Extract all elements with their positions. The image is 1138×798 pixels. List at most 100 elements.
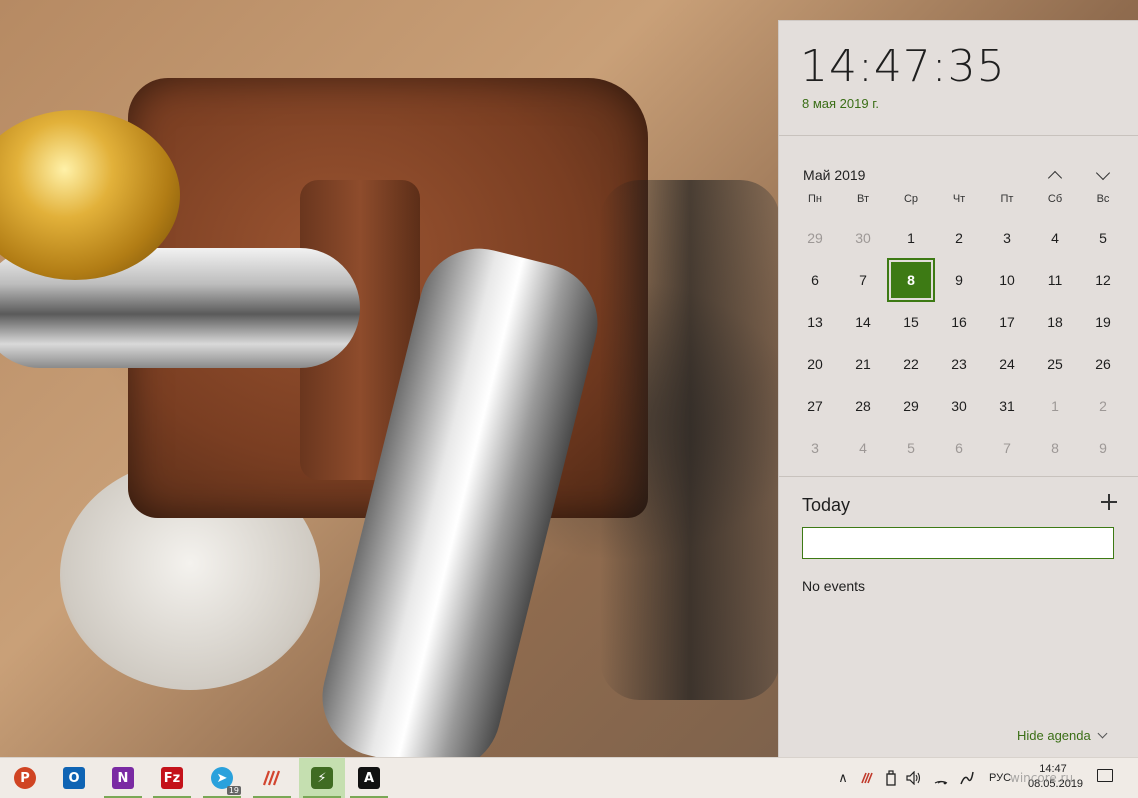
tray-clipboard-icon[interactable] [856, 758, 878, 798]
calendar-day[interactable]: 11 [1031, 259, 1079, 301]
tray-usb-icon[interactable] [880, 758, 902, 798]
taskbar-app-onenote[interactable]: N [100, 758, 146, 798]
calendar-day[interactable]: 14 [839, 301, 887, 343]
agenda-heading: Today [802, 495, 851, 515]
action-center-icon[interactable] [1097, 769, 1113, 782]
weekday-label: Ср [903, 193, 919, 205]
calendar-day[interactable]: 15 [887, 301, 935, 343]
calendar-day[interactable]: 30 [839, 217, 887, 259]
calendar-day[interactable]: 16 [935, 301, 983, 343]
calendar-day[interactable]: 25 [1031, 343, 1079, 385]
clock-section: 14:47:35 8 мая 2019 г. [779, 21, 1138, 136]
wallpaper-shadow [600, 180, 780, 700]
filezilla-icon: Fz [161, 767, 183, 789]
filezilla-glyph: Fz [163, 770, 181, 786]
taskbar: P O N Fz ➤ 19 ⚡ A ∧ РУС 14:47 08.05.2019 [0, 757, 1138, 798]
calendar-day[interactable]: 1 [1031, 385, 1079, 427]
calendar-day[interactable]: 10 [983, 259, 1031, 301]
tray-volume-icon[interactable] [903, 758, 925, 798]
watermark: wincore.ru [1010, 771, 1074, 785]
calendar-day[interactable]: 26 [1079, 343, 1127, 385]
hide-agenda-button[interactable]: Hide agenda [1017, 728, 1108, 743]
calendar-day[interactable]: 8 [1031, 427, 1079, 469]
calendar-section: Май 2019 Пн Вт Ср Чт Пт Сб Вс 29 30 1 2 3 4 5 6 7 8 9 10 1… [779, 136, 1138, 477]
unread-badge: 19 [226, 786, 241, 795]
hide-agenda-label: Hide agenda [1017, 728, 1091, 743]
calendar-day[interactable]: 2 [1079, 385, 1127, 427]
calendar-day[interactable]: 13 [791, 301, 839, 343]
weekday-label: Пт [1000, 193, 1014, 205]
weekday-label: Вт [856, 193, 869, 205]
calendar-day[interactable]: 2 [935, 217, 983, 259]
tray-network-icon[interactable] [929, 758, 953, 798]
calendar-day[interactable]: 4 [1031, 217, 1079, 259]
calendar-day[interactable]: 21 [839, 343, 887, 385]
show-hidden-icons-button[interactable]: ∧ [834, 758, 852, 798]
onenote-icon: N [112, 767, 134, 789]
calendar-day[interactable]: 23 [935, 343, 983, 385]
a-app-glyph: A [363, 770, 375, 786]
taskbar-app-a-app[interactable]: A [346, 758, 392, 798]
full-date-link[interactable]: 8 мая 2019 г. [802, 96, 879, 111]
calendar-day[interactable]: 5 [1079, 217, 1127, 259]
tray-app-icon [861, 772, 873, 784]
a-app-icon: A [358, 767, 380, 789]
next-month-button[interactable] [1089, 163, 1117, 187]
usb-drive-icon [886, 770, 896, 786]
calendar-day[interactable]: 7 [839, 259, 887, 301]
weekday-label: Пн [808, 193, 822, 205]
calendar-day-today[interactable]: 8 [887, 258, 935, 302]
calendar-day[interactable]: 24 [983, 343, 1031, 385]
calendar-day[interactable]: 29 [791, 217, 839, 259]
calendar-day[interactable]: 1 [887, 217, 935, 259]
tray-pen-icon[interactable] [955, 758, 979, 798]
add-event-button[interactable] [1100, 493, 1118, 511]
calendar-day[interactable]: 19 [1079, 301, 1127, 343]
calendar-day[interactable]: 12 [1079, 259, 1127, 301]
calendar-day[interactable]: 7 [983, 427, 1031, 469]
outlook-glyph: O [68, 770, 80, 786]
no-events-text: No events [802, 578, 866, 594]
taskbar-app-outlook[interactable]: O [51, 758, 97, 798]
taskbar-app-powerpoint[interactable]: P [2, 758, 48, 798]
calendar-day[interactable]: 28 [839, 385, 887, 427]
agenda-section: Today No events Hide agenda [779, 477, 1138, 759]
calendar-day[interactable]: 18 [1031, 301, 1079, 343]
taskbar-app-usb-app[interactable]: ⚡ [299, 758, 345, 798]
weekday-label: Сб [1047, 193, 1063, 205]
calendar-day[interactable]: 3 [983, 217, 1031, 259]
calendar-day[interactable]: 31 [983, 385, 1031, 427]
telegram-glyph: ➤ [216, 770, 228, 786]
onenote-glyph: N [117, 770, 129, 786]
calendar-day[interactable]: 27 [791, 385, 839, 427]
new-event-input[interactable] [802, 527, 1114, 559]
weekday-label: Чт [952, 193, 966, 205]
taskbar-app-clipboard-app[interactable] [249, 758, 295, 798]
month-label[interactable]: Май 2019 [803, 167, 865, 183]
calendar-day[interactable]: 22 [887, 343, 935, 385]
weekday-header: Пн Вт Ср Чт Пт Сб Вс [791, 193, 1127, 205]
chevron-down-icon [1095, 165, 1111, 180]
calendar-day[interactable]: 9 [1079, 427, 1127, 469]
calendar-day[interactable]: 9 [935, 259, 983, 301]
calendar-day[interactable]: 20 [791, 343, 839, 385]
telegram-icon: ➤ 19 [211, 767, 241, 795]
calendar-day[interactable]: 4 [839, 427, 887, 469]
weekday-label: Вс [1096, 193, 1110, 205]
language-label: РУС [988, 772, 1012, 784]
calendar-day[interactable]: 6 [935, 427, 983, 469]
usb-app-icon: ⚡ [311, 767, 333, 789]
taskbar-app-telegram[interactable]: ➤ 19 [199, 758, 245, 798]
calendar-day[interactable]: 17 [983, 301, 1031, 343]
taskbar-app-filezilla[interactable]: Fz [149, 758, 195, 798]
calendar-day[interactable]: 5 [887, 427, 935, 469]
wifi-icon [934, 780, 948, 785]
calendar-day[interactable]: 30 [935, 385, 983, 427]
previous-month-button[interactable] [1041, 163, 1069, 187]
calendar-day[interactable]: 3 [791, 427, 839, 469]
clipboard-app-icon [261, 767, 283, 789]
chevron-down-icon [1097, 728, 1108, 739]
powerpoint-glyph: P [20, 770, 30, 786]
calendar-day[interactable]: 29 [887, 385, 935, 427]
calendar-day[interactable]: 6 [791, 259, 839, 301]
